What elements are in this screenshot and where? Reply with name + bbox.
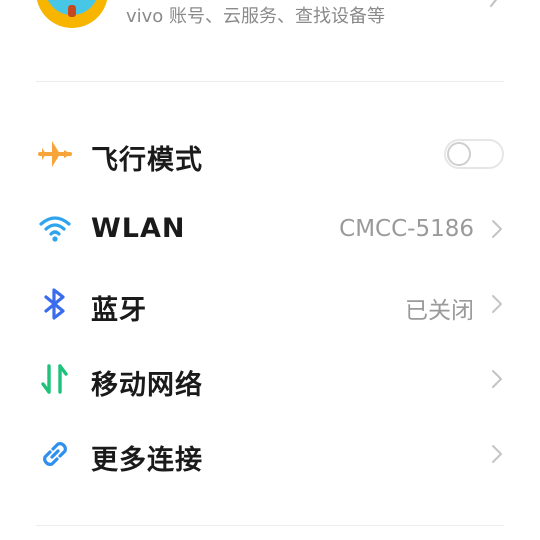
chevron-right-icon xyxy=(490,443,504,465)
setting-label: WLAN xyxy=(91,213,186,244)
wlan-network-name: CMCC-5186 xyxy=(339,216,474,242)
setting-more-connections[interactable]: 更多连接 xyxy=(0,417,540,492)
chevron-right-icon xyxy=(490,368,504,390)
account-row[interactable]: vivo 账号、云服务、查找设备等 xyxy=(0,0,540,40)
mobile-network-icon xyxy=(38,362,72,396)
chevron-right-icon xyxy=(487,0,503,8)
setting-wlan[interactable]: WLAN CMCC-5186 xyxy=(0,192,540,267)
toggle-knob xyxy=(447,142,471,166)
setting-label: 飞行模式 xyxy=(91,145,203,176)
divider xyxy=(36,81,504,82)
settings-list: 飞行模式 WLAN CMCC-5186 蓝牙 已关闭 移动网络 更多连接 xyxy=(0,117,540,492)
setting-label: 移动网络 xyxy=(91,370,203,401)
connections-settings-screen: vivo 账号、云服务、查找设备等 飞行模式 WLAN CMCC-5186 蓝牙… xyxy=(0,0,540,540)
chevron-right-icon xyxy=(490,293,504,315)
airplane-mode-toggle[interactable] xyxy=(444,139,504,169)
link-icon xyxy=(38,437,72,471)
setting-label: 更多连接 xyxy=(91,445,203,476)
bluetooth-status: 已关闭 xyxy=(405,298,474,324)
airplane-icon xyxy=(38,137,72,171)
wifi-icon xyxy=(38,212,72,246)
setting-label: 蓝牙 xyxy=(91,295,147,326)
setting-mobile-network[interactable]: 移动网络 xyxy=(0,342,540,417)
avatar xyxy=(36,0,108,28)
account-subtitle: vivo 账号、云服务、查找设备等 xyxy=(126,6,386,27)
setting-bluetooth[interactable]: 蓝牙 已关闭 xyxy=(0,267,540,342)
divider xyxy=(36,525,504,526)
setting-airplane-mode[interactable]: 飞行模式 xyxy=(0,117,540,192)
bluetooth-icon xyxy=(38,287,72,321)
chevron-right-icon xyxy=(490,218,504,240)
